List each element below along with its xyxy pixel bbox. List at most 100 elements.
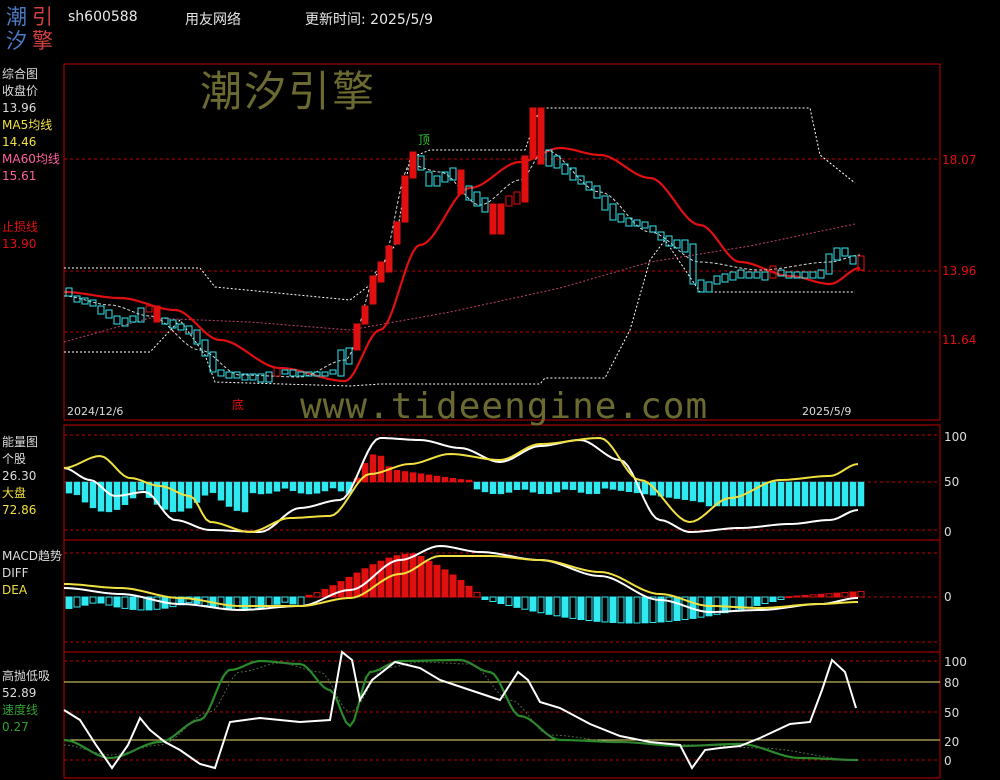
macd-bar (561, 596, 569, 618)
macd-bar (633, 596, 641, 624)
energy-axis-label: 100 (944, 430, 967, 444)
price-candle (329, 369, 337, 375)
price-candle (617, 213, 625, 223)
price-candle (721, 273, 729, 283)
price-axis-label: 11.64 (942, 333, 977, 347)
energy-bar (313, 481, 321, 494)
energy-bar (665, 481, 673, 498)
price-candle (481, 197, 489, 213)
energy-bar (537, 481, 545, 495)
macd-bar (729, 596, 737, 612)
close-label: 收盘价 (2, 84, 39, 98)
macd-bar (601, 596, 609, 623)
energy-bar (289, 481, 297, 492)
macd-bar (753, 596, 761, 606)
energy-bar (641, 481, 649, 495)
energy-bar (201, 481, 209, 496)
stop-label: 止损线 (2, 220, 39, 234)
macd-axis-label: 0 (944, 590, 952, 604)
energy-bar (81, 481, 89, 503)
price-candle (353, 323, 361, 351)
energy-bar (401, 471, 409, 483)
panel1-title: 综合图 (2, 67, 39, 81)
macd-bar (321, 588, 329, 598)
energy-bar (825, 481, 833, 507)
macd-bar (801, 594, 809, 598)
energy-bar (689, 481, 697, 502)
market-energy-label: 大盘 (2, 486, 27, 500)
speed-line (63, 658, 859, 762)
macd-bar (585, 596, 593, 621)
energy-bar (177, 481, 185, 512)
macd-bar (649, 596, 657, 623)
price-candle (177, 323, 185, 331)
macd-bar (121, 596, 129, 609)
price-candle (409, 151, 417, 179)
panel-border (63, 63, 941, 421)
macd-bar (857, 590, 865, 598)
speed-label: 速度线 (2, 703, 39, 717)
energy-bar (681, 481, 689, 500)
macd-bar (545, 596, 553, 615)
energy-bar (361, 463, 369, 483)
macd-bar (793, 595, 801, 598)
price-candle (225, 371, 233, 379)
energy-bar (209, 481, 217, 493)
energy-bar (457, 479, 465, 483)
price-candle (841, 247, 849, 257)
energy-bar (721, 481, 729, 507)
energy-bar (793, 481, 801, 507)
energy-bar (809, 481, 817, 507)
macd-bar (81, 596, 89, 606)
macd-bar (129, 596, 137, 610)
price-candle (393, 221, 401, 245)
macd-bar (513, 596, 521, 608)
price-candle (521, 155, 529, 203)
macd-bar (825, 593, 833, 598)
price-candle (345, 347, 353, 365)
price-candle (377, 261, 385, 283)
price-candle (153, 305, 161, 323)
macd-bar (721, 596, 729, 614)
macd-bar (153, 596, 161, 610)
energy-bar (129, 481, 137, 499)
macd-bar (641, 596, 649, 624)
watermark-url: www.tideengine.com (300, 386, 709, 427)
energy-bar (585, 481, 593, 495)
price-candle (265, 371, 273, 383)
macd-bar (609, 596, 617, 623)
energy-bar (305, 481, 313, 495)
energy-bar (233, 481, 241, 511)
ma60-value: 15.61 (2, 169, 37, 183)
price-axis-label: 18.07 (942, 153, 977, 167)
energy-bar (65, 481, 73, 494)
price-axis-label: 13.96 (942, 264, 977, 278)
price-candle (113, 315, 121, 325)
energy-bar (569, 481, 577, 491)
energy-bar (281, 481, 289, 489)
watermark: 潮汐引擎 (200, 67, 377, 116)
price-candle (809, 271, 817, 279)
macd-bar (529, 596, 537, 612)
macd-bar (481, 596, 489, 601)
energy-bar (425, 474, 433, 483)
energy-bar (321, 481, 329, 492)
price-candle (81, 297, 89, 305)
energy-bar (377, 455, 385, 483)
energy-bar (249, 481, 257, 494)
energy-axis-label: 0 (944, 525, 952, 539)
date-end: 2025/5/9 (802, 405, 852, 418)
energy-bar (577, 481, 585, 493)
macd-bar (449, 574, 457, 598)
osc-axis-label: 80 (944, 676, 960, 690)
price-candle (753, 271, 761, 279)
macd-bar (521, 596, 529, 610)
energy-bar (505, 481, 513, 493)
price-candle (273, 367, 281, 377)
macd-bar (97, 596, 105, 604)
energy-bar (673, 481, 681, 499)
ma5-value: 14.46 (2, 135, 37, 149)
price-candle (833, 247, 841, 261)
energy-bar (753, 481, 761, 507)
panel4-title: 高抛低吸 (2, 669, 51, 683)
